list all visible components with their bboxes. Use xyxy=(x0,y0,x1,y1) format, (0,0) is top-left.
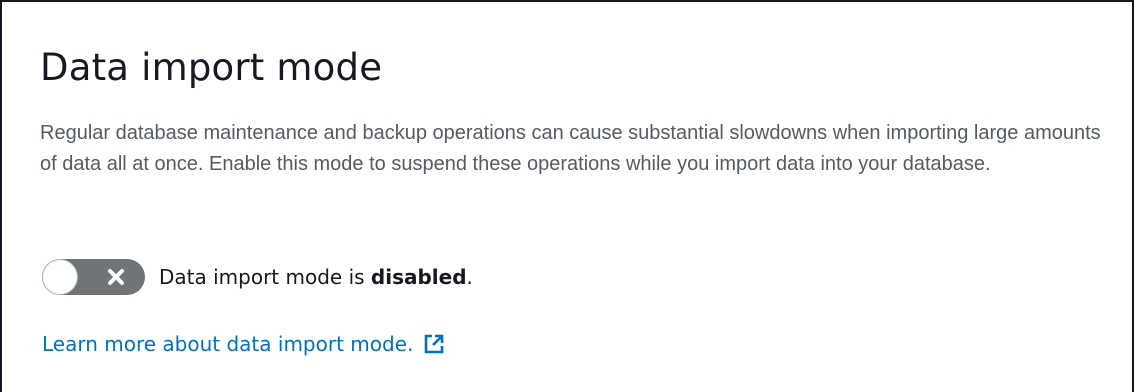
external-link-icon xyxy=(425,334,444,354)
toggle-status-text: Data import mode is disabled. xyxy=(159,265,473,289)
status-suffix: . xyxy=(466,265,473,289)
data-import-mode-toggle[interactable] xyxy=(42,259,145,295)
learn-more-link[interactable]: Learn more about data import mode. xyxy=(42,332,445,356)
toggle-knob xyxy=(43,260,77,294)
status-value: disabled xyxy=(370,265,467,289)
learn-more-label: Learn more about data import mode. xyxy=(42,332,414,356)
section-title: Data import mode xyxy=(40,46,383,89)
close-icon xyxy=(108,269,124,285)
data-import-mode-panel: Data import mode Regular database mainte… xyxy=(0,0,1134,392)
status-prefix: Data import mode is xyxy=(159,265,371,289)
toggle-row: Data import mode is disabled. xyxy=(42,259,473,295)
section-description: Regular database maintenance and backup … xyxy=(40,122,1101,175)
